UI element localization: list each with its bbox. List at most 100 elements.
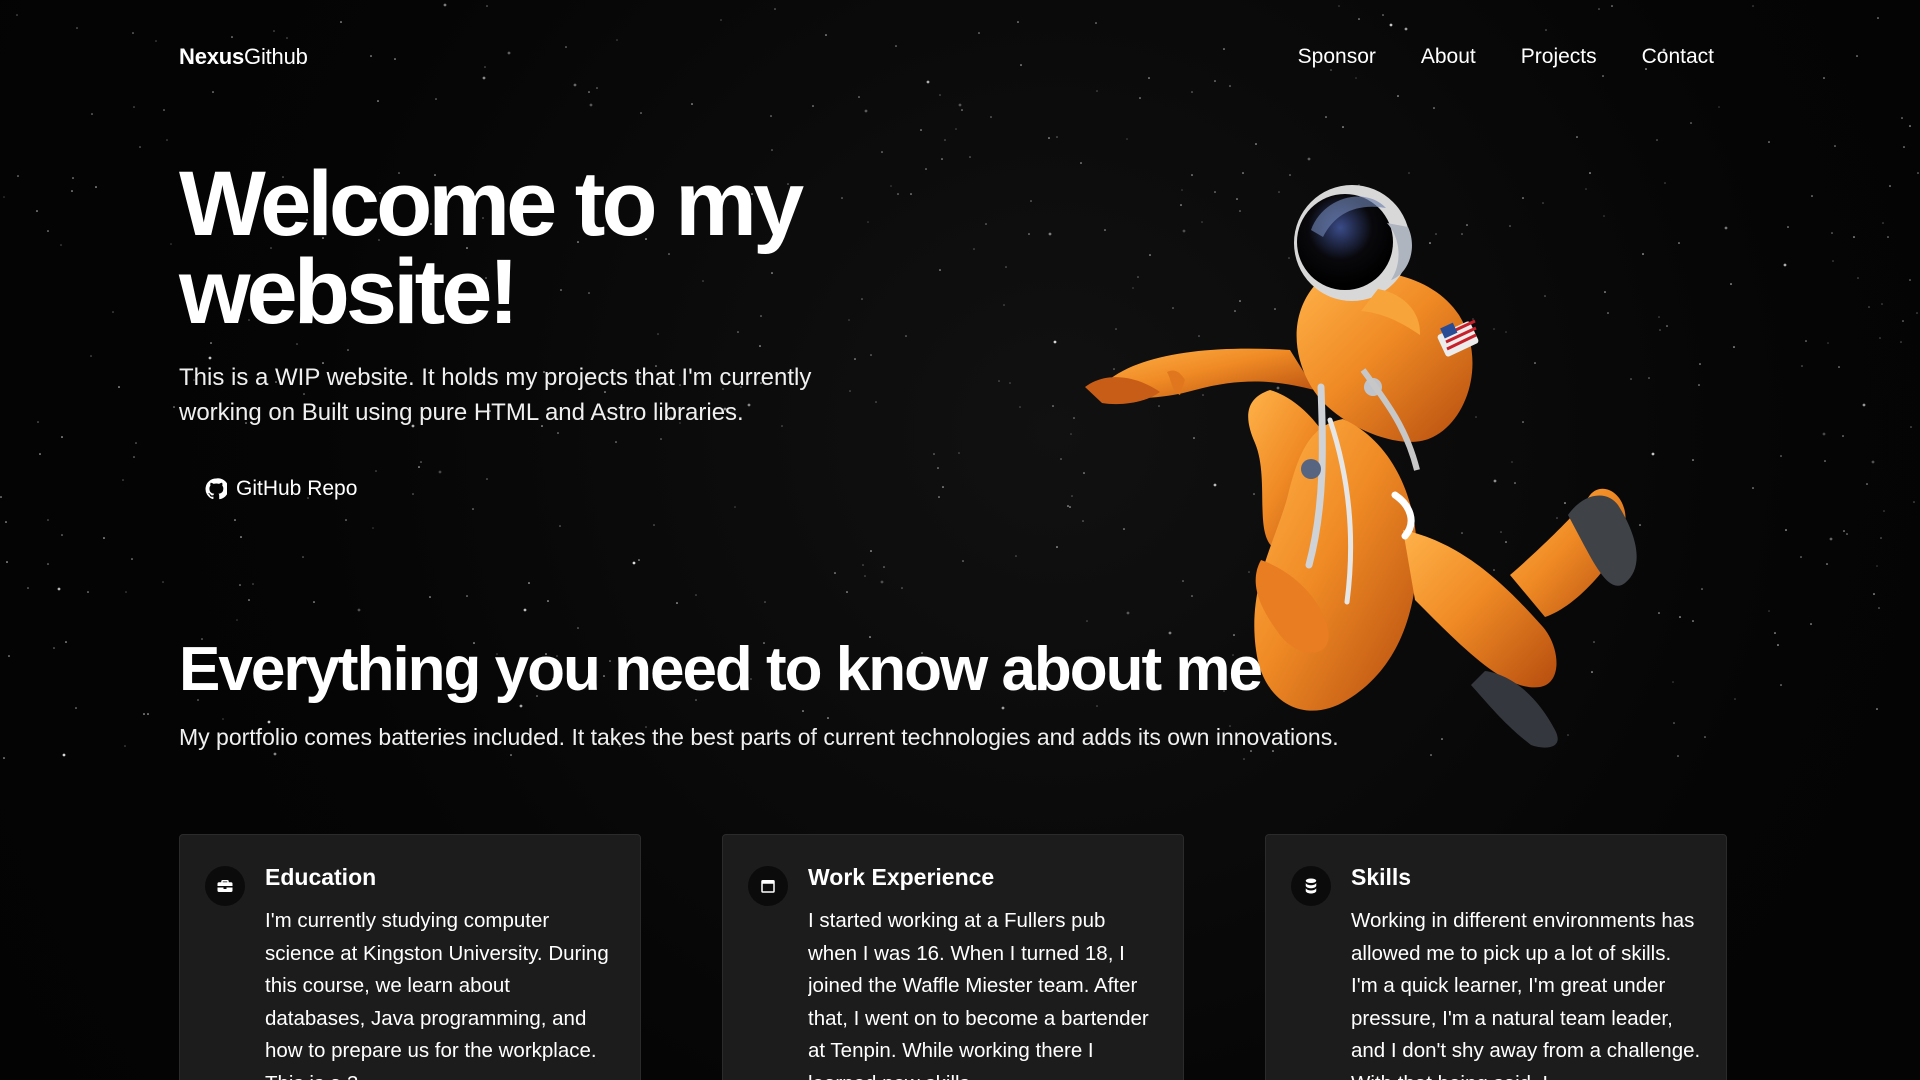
star (17, 175, 19, 177)
star (212, 91, 214, 93)
star (1909, 279, 1911, 281)
star (1019, 406, 1021, 408)
star (302, 556, 304, 558)
star (375, 470, 377, 472)
star (920, 129, 922, 131)
star (91, 113, 93, 115)
star (1048, 232, 1052, 236)
star (867, 221, 869, 223)
star (640, 112, 642, 114)
database-icon (1291, 866, 1331, 906)
star (1052, 405, 1054, 407)
star (1876, 565, 1878, 567)
star (958, 103, 962, 107)
star (510, 754, 512, 756)
star (248, 599, 250, 601)
nav-projects-link[interactable]: Projects (1521, 45, 1597, 69)
star (340, 21, 342, 23)
star (1730, 283, 1732, 285)
star (1069, 506, 1071, 508)
star (1824, 460, 1826, 462)
star (691, 103, 693, 105)
star (438, 470, 442, 474)
star (969, 156, 971, 158)
star (660, 438, 662, 440)
star (37, 421, 39, 423)
star (1805, 340, 1807, 342)
star (1909, 125, 1911, 127)
star (1879, 337, 1881, 339)
star (933, 453, 935, 455)
hero-title-line-2: website! (179, 241, 519, 343)
star (39, 453, 41, 455)
star (638, 559, 640, 561)
star (1862, 403, 1866, 407)
work-experience-text: I started working at a Fullers pub when … (808, 909, 1149, 1080)
star (1868, 306, 1870, 308)
star (1070, 433, 1072, 435)
star (1015, 555, 1017, 557)
star (1576, 136, 1578, 138)
nav-sponsor-link[interactable]: Sponsor (1298, 45, 1376, 69)
star (1073, 417, 1075, 419)
star (47, 519, 49, 521)
star (1822, 432, 1826, 436)
star (1856, 55, 1858, 57)
star (1656, 139, 1658, 141)
star (1005, 266, 1007, 268)
nav-about-link[interactable]: About (1421, 45, 1476, 69)
work-experience-title: Work Experience (808, 864, 995, 890)
star (1611, 5, 1613, 7)
star (1831, 232, 1833, 234)
star (132, 32, 134, 34)
nav-contact-link[interactable]: Contact (1642, 45, 1714, 69)
site-logo[interactable]: NexusGithub (179, 44, 308, 70)
star (1126, 138, 1128, 140)
star (72, 177, 74, 179)
star (1902, 320, 1904, 322)
star (240, 536, 242, 538)
star (1734, 698, 1736, 700)
star (347, 349, 349, 351)
star (962, 560, 964, 562)
star (71, 190, 73, 192)
star (938, 496, 940, 498)
star (1704, 736, 1706, 738)
skills-card: Skills Working in different environments… (1265, 834, 1727, 1080)
star (557, 432, 559, 434)
star (443, 3, 447, 7)
star (1780, 684, 1782, 686)
star (5, 521, 7, 523)
star (1900, 341, 1902, 343)
star (345, 519, 347, 521)
star (47, 230, 49, 232)
star (1768, 141, 1770, 143)
star (1342, 126, 1344, 128)
star (103, 537, 105, 539)
star (1325, 116, 1327, 118)
star (1777, 644, 1779, 646)
star (1692, 620, 1694, 622)
star (1082, 520, 1084, 522)
star (1768, 610, 1770, 612)
star (890, 185, 892, 187)
star (695, 594, 697, 596)
star (990, 116, 992, 118)
star (1783, 263, 1787, 267)
star (60, 244, 62, 246)
star (939, 269, 941, 271)
star (75, 707, 77, 709)
star (418, 466, 420, 468)
star (849, 390, 851, 392)
star (771, 149, 773, 151)
github-repo-button[interactable]: GitHub Repo (205, 473, 357, 505)
star (615, 441, 617, 443)
star (910, 193, 912, 195)
star (734, 506, 736, 508)
star (1853, 236, 1855, 238)
star (1692, 459, 1694, 461)
star (1866, 483, 1868, 485)
star (1785, 529, 1787, 531)
star (1780, 455, 1782, 457)
star (883, 566, 885, 568)
